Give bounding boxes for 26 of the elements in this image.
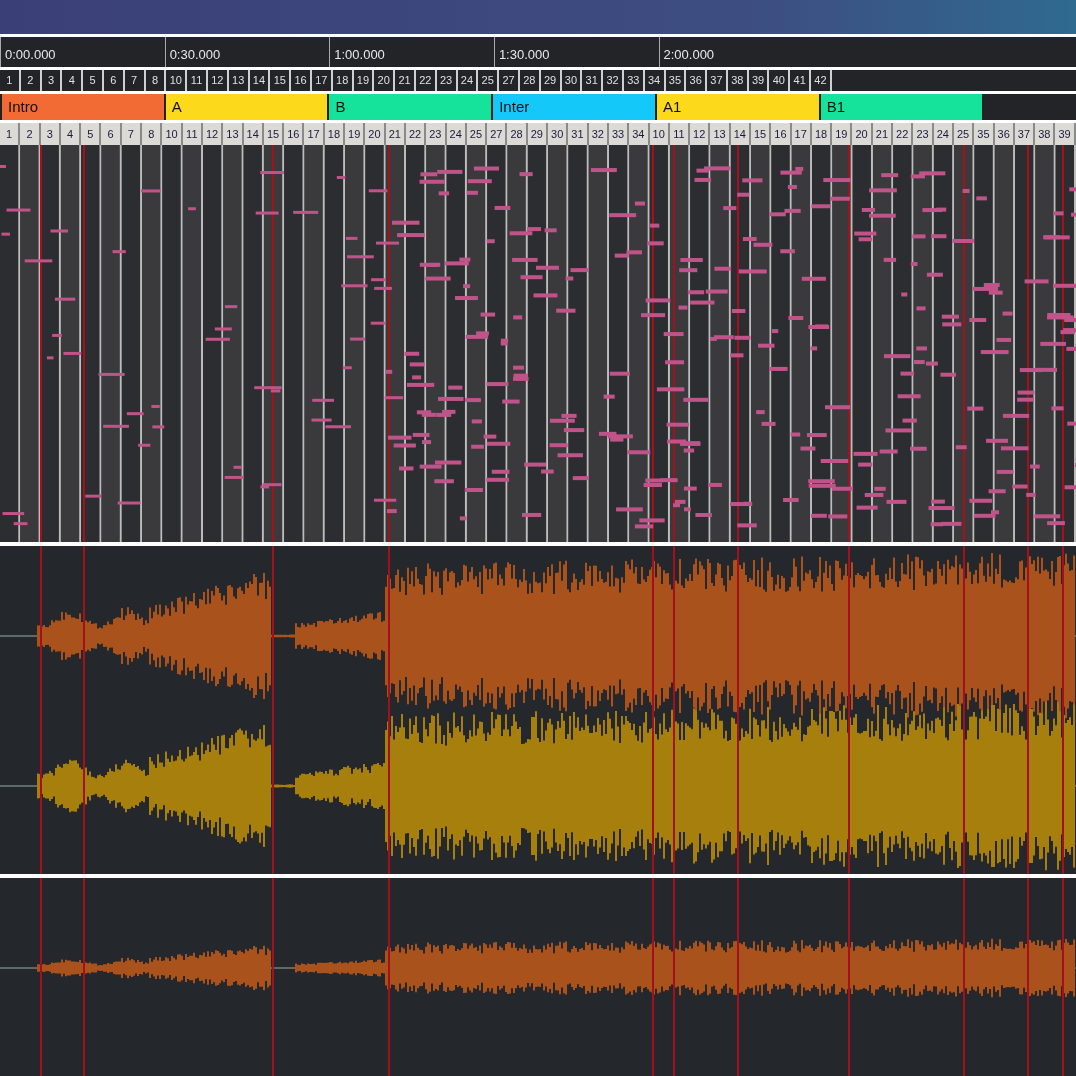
time-label: 1:00.000 [329,36,494,67]
section-marker[interactable]: A [163,94,328,121]
bar-number: 41 [790,69,812,92]
time-label: 1:30.000 [493,36,659,67]
bar-number: 20 [365,123,386,145]
time-label: 0:00.000 [0,36,165,67]
section-marker[interactable]: B1 [818,94,983,121]
section-marker[interactable]: A1 [654,94,819,121]
section-marker[interactable]: Intro [0,94,164,121]
bar-number: 19 [345,123,366,145]
bar-number: 15 [751,123,772,145]
bar-number: 23 [426,123,447,145]
section-marker[interactable]: Inter [491,94,655,121]
bar-number: 31 [568,123,589,145]
section-marker[interactable]: B [327,94,492,121]
bar-number: 37 [707,69,728,92]
bar-number: 38 [1035,123,1056,145]
bar-number: 34 [629,123,650,145]
bar-number: 22 [893,123,914,145]
time-label: 2:00.000 [658,36,824,67]
time-label: 0:30.000 [164,36,330,67]
bar-number: 12 [690,123,711,145]
bar-number: 42 [811,69,832,92]
bar-number: 27 [487,123,508,145]
bar-number: 35 [974,123,995,145]
bar-number: 30 [548,123,569,145]
